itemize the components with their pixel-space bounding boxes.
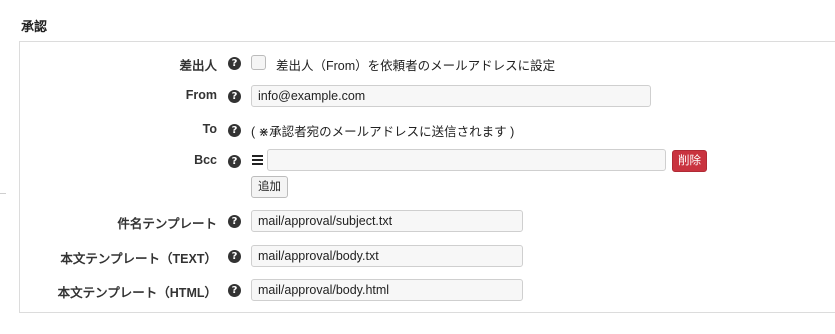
sender-label: 差出人: [179, 59, 217, 73]
section-title: 承認: [21, 19, 48, 34]
delete-button[interactable]: 削除: [672, 150, 707, 172]
sender-checkbox-label[interactable]: 差出人（From）を依頼者のメールアドレスに設定: [276, 55, 555, 74]
from-input[interactable]: info@example.com: [251, 85, 651, 107]
body-text-template-label: 本文テンプレート（TEXT）: [60, 252, 217, 266]
bcc-label: Bcc: [194, 153, 217, 167]
to-label: To: [202, 122, 217, 136]
approval-panel: [19, 41, 835, 313]
help-icon[interactable]: ?: [228, 250, 241, 263]
bcc-input[interactable]: [267, 149, 666, 171]
from-label: From: [185, 88, 217, 102]
help-icon[interactable]: ?: [228, 57, 241, 70]
help-icon[interactable]: ?: [228, 215, 241, 228]
help-icon[interactable]: ?: [228, 124, 241, 137]
body-html-template-input[interactable]: mail/approval/body.html: [251, 279, 523, 301]
left-edge-marker: [0, 193, 6, 194]
sender-checkbox[interactable]: [251, 55, 266, 70]
body-text-template-input[interactable]: mail/approval/body.txt: [251, 245, 523, 267]
subject-template-label: 件名テンプレート: [117, 217, 217, 231]
body-html-template-label: 本文テンプレート（HTML）: [57, 286, 217, 300]
add-button[interactable]: 追加: [251, 176, 288, 198]
help-icon[interactable]: ?: [228, 284, 241, 297]
drag-handle-icon[interactable]: [252, 155, 263, 165]
help-icon[interactable]: ?: [228, 90, 241, 103]
subject-template-input[interactable]: mail/approval/subject.txt: [251, 210, 523, 232]
to-note: ( ⋇承認者宛のメールアドレスに送信されます ): [251, 125, 515, 139]
help-icon[interactable]: ?: [228, 155, 241, 168]
